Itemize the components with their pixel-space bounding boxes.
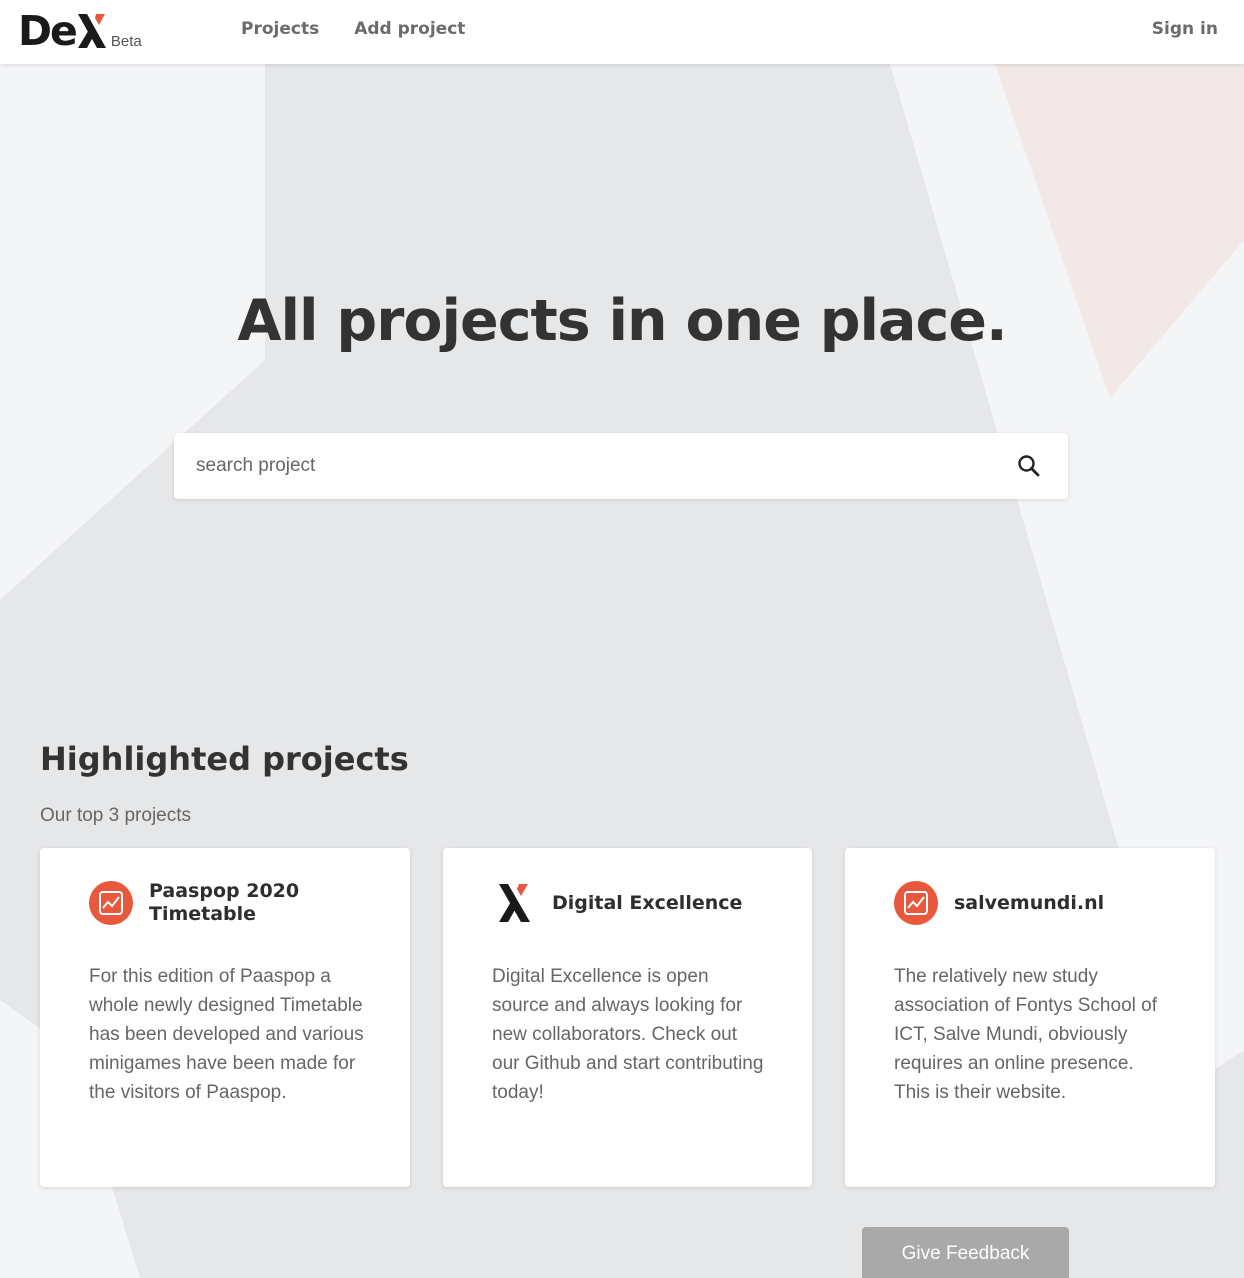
hero-title: All projects in one place. [237,288,1007,354]
nav-projects-link[interactable]: Projects [241,19,319,39]
image-placeholder-icon [89,881,133,925]
project-card-paaspop[interactable]: Paaspop 2020 Timetable For this edition … [40,848,410,1187]
dex-logo[interactable]: De Beta [18,8,142,54]
search-input[interactable] [196,433,996,499]
dex-logo-icon [492,881,536,925]
logo-text: De [18,7,78,55]
highlighted-projects-title: Highlighted projects [40,740,409,778]
card-title: Digital Excellence [552,891,743,914]
card-header: salvemundi.nl [893,880,1185,926]
sign-in-link[interactable]: Sign in [1152,19,1218,39]
card-title: Paaspop 2020 Timetable [149,880,300,925]
top-navbar: De Beta Projects Add project Sign in [0,0,1244,64]
nav-add-project-link[interactable]: Add project [354,19,465,39]
beta-badge: Beta [110,33,142,50]
image-placeholder-icon [894,881,938,925]
highlighted-projects-subtitle: Our top 3 projects [40,805,192,826]
search-bar [174,433,1068,499]
project-card-digital-excellence[interactable]: Digital Excellence Digital Excellence is… [443,848,812,1187]
card-description: The relatively new study association of … [894,966,1157,1103]
card-header: Digital Excellence [491,880,782,926]
card-header: Paaspop 2020 Timetable [88,880,380,926]
project-card-salvemundi[interactable]: salvemundi.nl The relatively new study a… [845,848,1215,1187]
card-description: For this edition of Paaspop a whole newl… [89,966,364,1103]
logo-x-icon [77,14,106,48]
card-description: Digital Excellence is open source and al… [492,966,764,1103]
main-nav: Projects Add project [241,19,465,39]
search-icon[interactable] [1016,453,1042,479]
card-title: salvemundi.nl [954,891,1105,914]
give-feedback-button[interactable]: Give Feedback [862,1227,1069,1278]
